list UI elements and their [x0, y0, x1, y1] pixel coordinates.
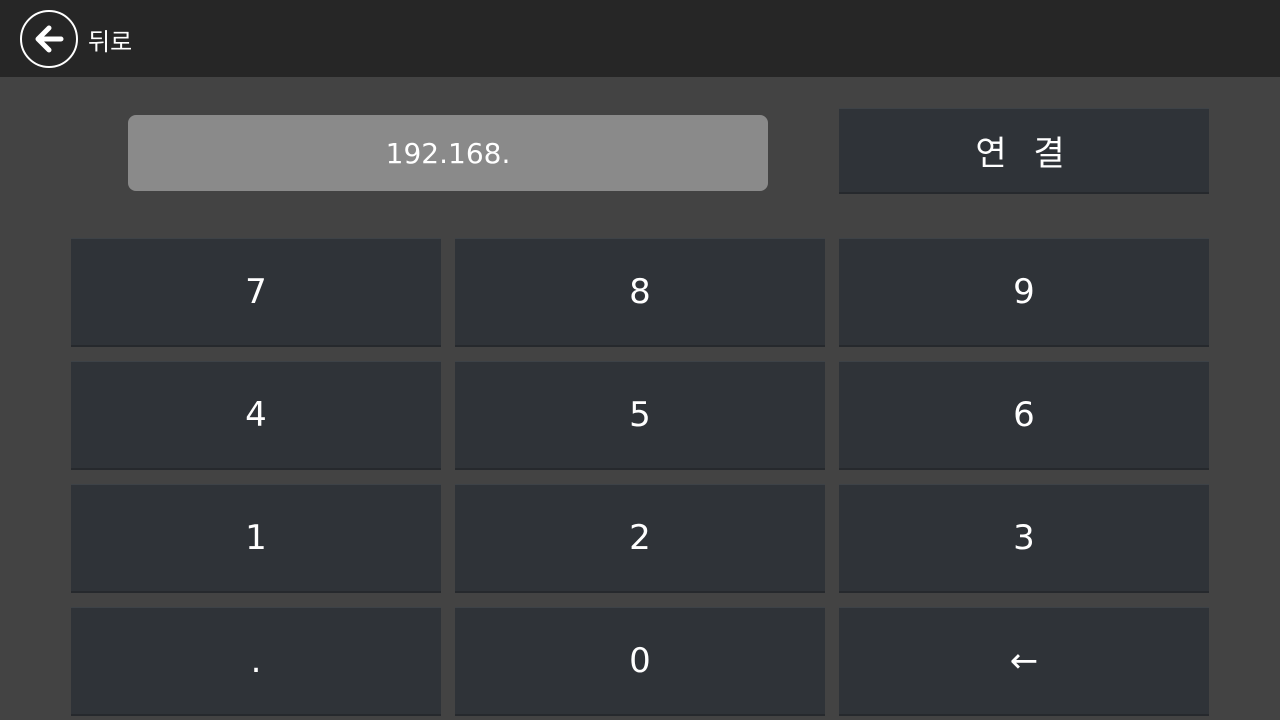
key-9[interactable]: 9 — [839, 238, 1209, 347]
key-5[interactable]: 5 — [455, 361, 825, 470]
key-2[interactable]: 2 — [455, 484, 825, 593]
key-4[interactable]: 4 — [71, 361, 441, 470]
key-0[interactable]: 0 — [455, 607, 825, 716]
key-dot[interactable]: . — [71, 607, 441, 716]
back-label[interactable]: 뒤로 — [88, 22, 132, 57]
arrow-left-circle-icon[interactable] — [20, 10, 78, 68]
connect-button[interactable]: 연 결 — [839, 108, 1209, 194]
back-button[interactable]: 뒤로 — [20, 8, 132, 70]
top-bar: 뒤로 — [0, 0, 1280, 77]
key-7[interactable]: 7 — [71, 238, 441, 347]
key-1[interactable]: 1 — [71, 484, 441, 593]
ip-address-input[interactable]: 192.168. — [128, 115, 768, 191]
key-6[interactable]: 6 — [839, 361, 1209, 470]
key-8[interactable]: 8 — [455, 238, 825, 347]
backspace-key[interactable]: ← — [839, 607, 1209, 716]
key-3[interactable]: 3 — [839, 484, 1209, 593]
